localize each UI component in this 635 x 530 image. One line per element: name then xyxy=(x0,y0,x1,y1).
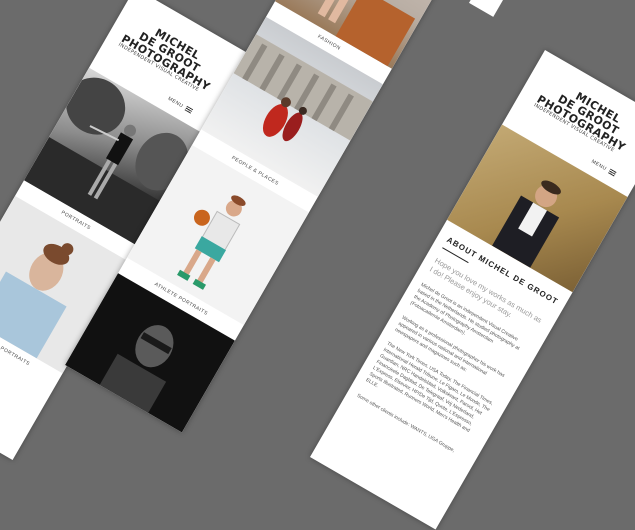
phone-edge-partial xyxy=(469,0,513,17)
menu-button[interactable]: MENU xyxy=(167,96,193,115)
hamburger-icon xyxy=(184,105,193,114)
hamburger-icon xyxy=(607,168,617,177)
menu-label: MENU xyxy=(590,158,608,173)
portfolio-mockup: { "brand": { "line1": "MICHEL", "line2":… xyxy=(0,0,635,530)
site-logo-about[interactable]: MICHEL DE GROOT PHOTOGRAPHY INDEPENDENT … xyxy=(533,75,635,158)
about-portrait-photo-image xyxy=(492,180,561,268)
about-portrait-photo xyxy=(447,124,628,293)
menu-label: MENU xyxy=(166,95,185,110)
site-logo[interactable]: MICHEL DE GROOT PHOTOGRAPHY INDEPENDENT … xyxy=(117,14,223,97)
menu-button[interactable]: MENU xyxy=(590,158,617,178)
